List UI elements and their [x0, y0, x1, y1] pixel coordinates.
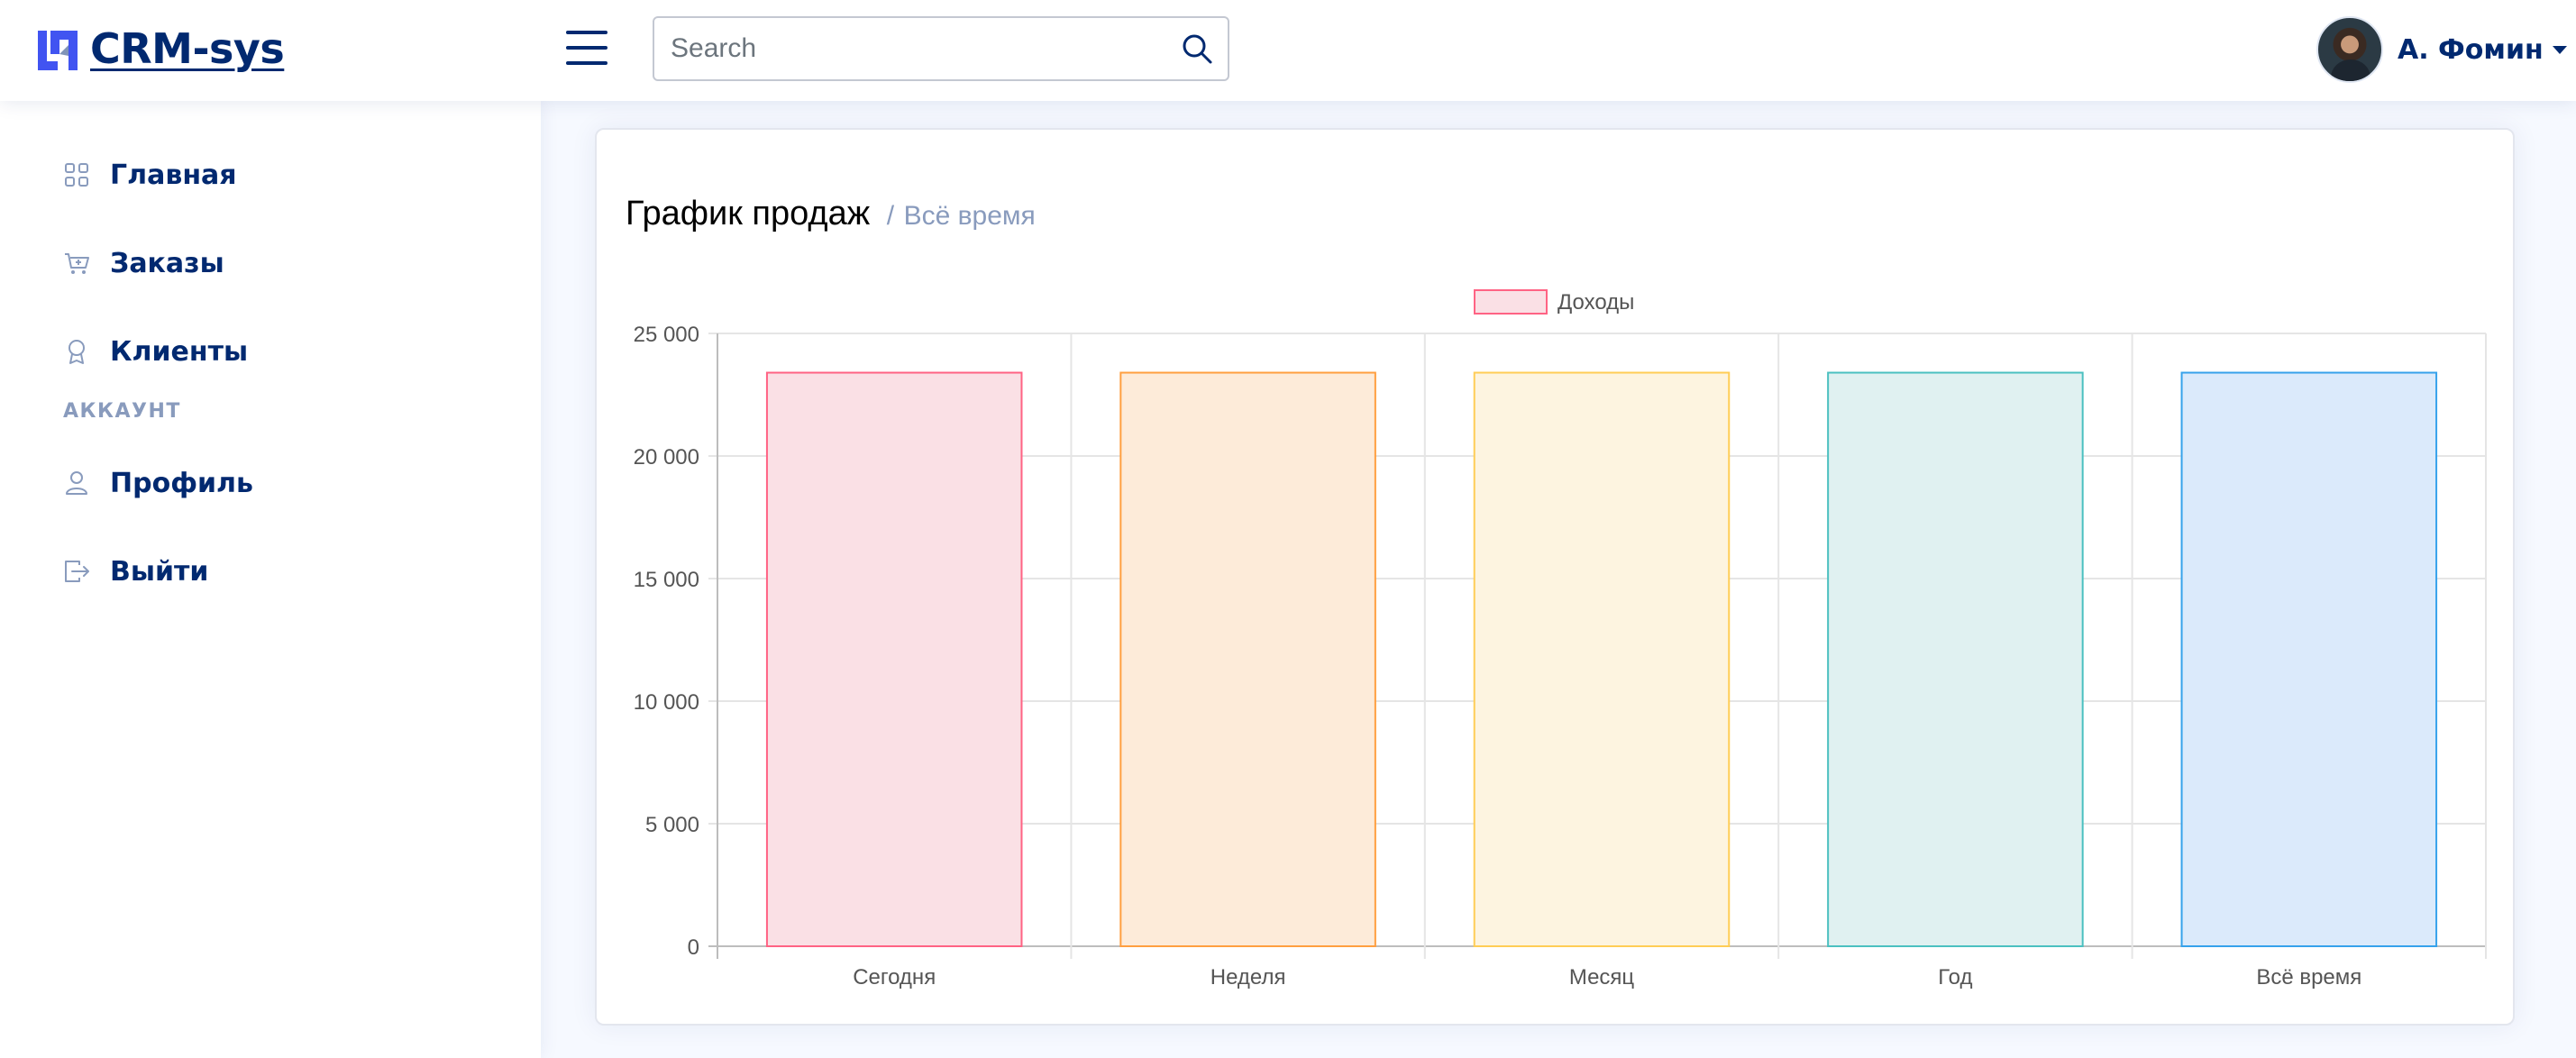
sidebar-item-profile[interactable]: Профиль: [0, 458, 541, 508]
y-tick-label: 25 000: [634, 323, 699, 347]
sidebar-item-label: Заказы: [110, 247, 224, 279]
search-bar: [653, 16, 1229, 81]
sidebar-item-logout[interactable]: Выйти: [0, 546, 541, 597]
logo-icon: [38, 31, 78, 70]
sidebar-item-label: Профиль: [110, 467, 253, 499]
sidebar-toggle-button[interactable]: [566, 27, 607, 68]
chart-bar: [2180, 371, 2438, 947]
chart-bar: [765, 371, 1023, 947]
hamburger-line: [566, 31, 607, 34]
x-tick-label: Всё время: [2256, 965, 2361, 990]
avatar[interactable]: [2316, 16, 2383, 83]
y-tick-label: 0: [688, 935, 699, 960]
search-input[interactable]: [654, 18, 1159, 79]
sidebar: Главная Заказы Клиенты АККАУНТ Профиль В…: [0, 101, 541, 1058]
grid-icon: [65, 163, 88, 187]
sidebar-item-label: Выйти: [110, 555, 209, 588]
y-tick-label: 5 000: [645, 813, 699, 837]
top-header: CRM-sys А. Фомин: [0, 0, 2576, 101]
profile-name[interactable]: А. Фомин: [2398, 34, 2544, 66]
profile-menu[interactable]: А. Фомин: [2316, 16, 2567, 83]
y-tick-label: 15 000: [634, 568, 699, 592]
legend-swatch: [1474, 289, 1548, 315]
sidebar-heading-account: АККАУНТ: [63, 400, 181, 423]
sidebar-item-clients[interactable]: Клиенты: [0, 326, 541, 377]
sales-chart-card: График продаж / Всё время 05 000 10 000 15…: [595, 128, 2515, 1026]
hamburger-line: [566, 46, 607, 50]
x-tick-label: Сегодня: [853, 965, 936, 990]
chevron-down-icon[interactable]: [2552, 45, 2567, 54]
sidebar-item-label: Главная: [110, 159, 237, 191]
x-tick-label: Неделя: [1210, 965, 1286, 990]
sales-bar-chart: 0 5 000 10 000 15 000 20 000 25 000 Сегодня Нед…: [634, 289, 2487, 990]
sidebar-item-orders[interactable]: Заказы: [0, 238, 541, 288]
logo-text: CRM-sys: [90, 24, 285, 73]
award-icon: [69, 340, 85, 364]
y-tick-label: 10 000: [634, 690, 699, 715]
legend-label: Доходы: [1557, 290, 1634, 315]
sidebar-item-label: Клиенты: [110, 335, 249, 368]
chart-bar: [1473, 371, 1731, 947]
x-tick-label: Год: [1938, 965, 1972, 990]
search-icon[interactable]: [1179, 31, 1215, 67]
hamburger-line: [566, 61, 607, 65]
sidebar-item-main[interactable]: Главная: [0, 150, 541, 200]
chart-bar: [1119, 371, 1376, 947]
logo[interactable]: CRM-sys: [34, 23, 285, 74]
person-icon: [66, 471, 87, 495]
x-tick-label: Месяц: [1569, 965, 1635, 990]
logout-icon: [65, 561, 89, 582]
cart-icon: [65, 253, 89, 274]
chart-bar: [1827, 371, 2084, 947]
y-tick-label: 20 000: [634, 445, 699, 470]
